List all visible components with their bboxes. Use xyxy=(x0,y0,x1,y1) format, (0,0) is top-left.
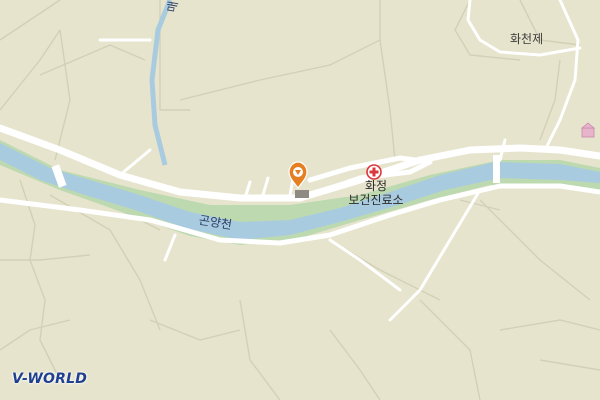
health-center-name-line2: 보건진료소 xyxy=(348,192,404,207)
building xyxy=(295,190,309,198)
v-world-logo[interactable]: V-WORLD xyxy=(12,371,87,387)
hospital-cross-icon[interactable] xyxy=(366,164,382,180)
logo-suffix: -WORLD xyxy=(22,371,88,387)
health-center-name-line1: 화정 xyxy=(364,179,388,193)
stream-label: 매 xyxy=(164,0,181,14)
map-canvas[interactable] xyxy=(0,0,600,400)
reservoir-label: 화천제 xyxy=(510,32,544,46)
logo-prefix: V xyxy=(12,371,23,387)
health-center-label: 화정 보건진료소 xyxy=(341,179,411,208)
